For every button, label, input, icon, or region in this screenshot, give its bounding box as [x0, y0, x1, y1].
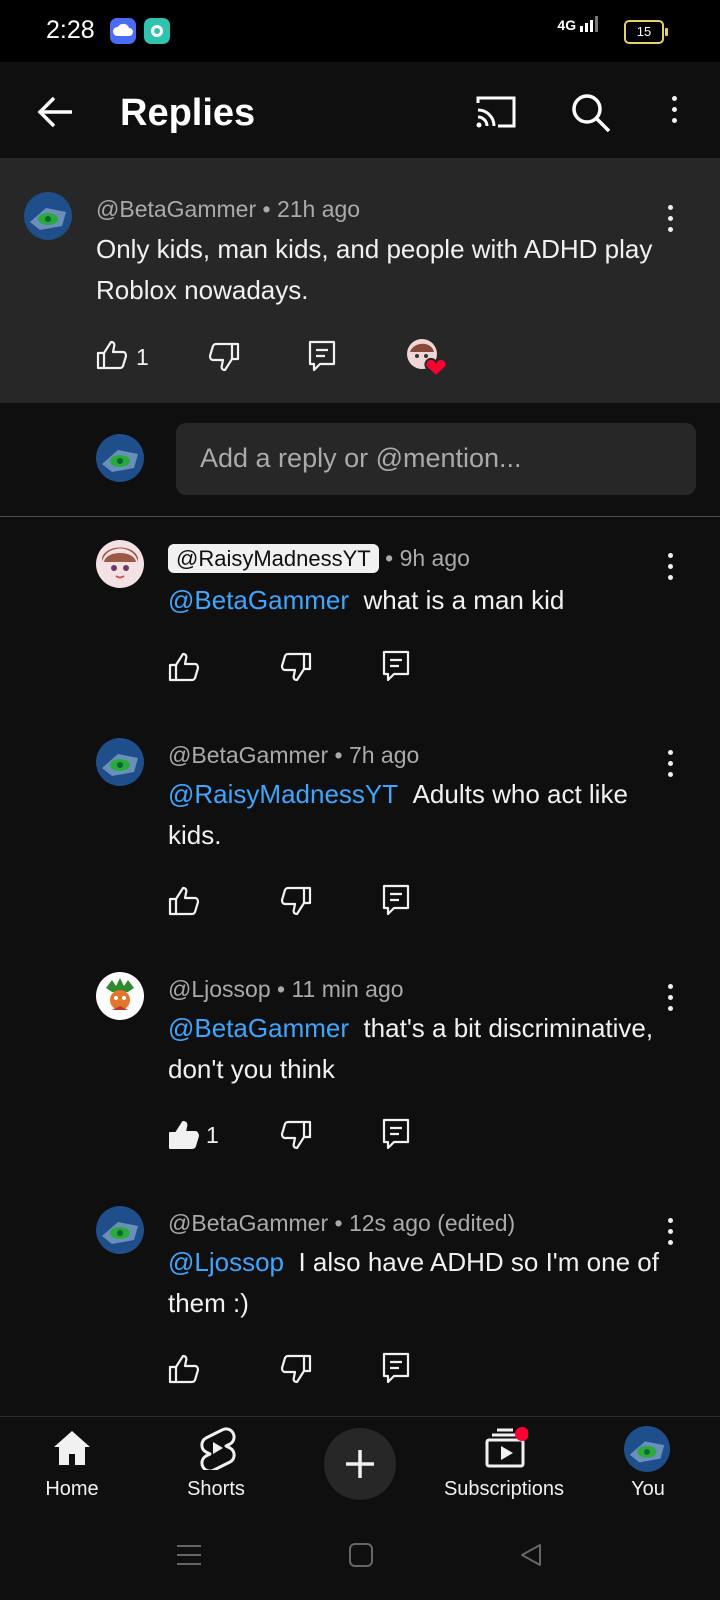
- comment-text: @Ljossop I also have ADHD so I'm one of …: [168, 1247, 659, 1318]
- like-count: 1: [206, 1122, 219, 1148]
- creator-handle-chip[interactable]: @RaisyMadnessYT: [168, 544, 379, 573]
- reply-icon[interactable]: [382, 884, 410, 921]
- nav-you[interactable]: You: [568, 1478, 720, 1501]
- comment-author[interactable]: @Ljossop • 11 min ago: [168, 976, 404, 1003]
- mention-link[interactable]: @BetaGammer: [168, 1013, 349, 1043]
- header-bar: [0, 62, 720, 158]
- nav-shorts[interactable]: Shorts: [136, 1478, 296, 1501]
- recents-icon[interactable]: [176, 1542, 202, 1573]
- create-button[interactable]: [324, 1428, 396, 1500]
- home-icon[interactable]: [52, 1428, 92, 1473]
- you-avatar[interactable]: [624, 1426, 670, 1472]
- cast-icon[interactable]: [474, 94, 518, 135]
- reply-input[interactable]: Add a reply or @mention...: [176, 423, 696, 495]
- comment-text: @BetaGammer what is a man kid: [168, 585, 565, 615]
- page-title: Replies: [120, 92, 256, 134]
- cloud-app-icon: [110, 18, 136, 44]
- back-arrow-icon[interactable]: [36, 92, 76, 137]
- network-indicator: 4G: [557, 16, 602, 33]
- reply-icon[interactable]: [382, 1118, 410, 1155]
- dislike-icon[interactable]: [280, 886, 312, 921]
- reply-icon[interactable]: [382, 650, 410, 687]
- more-options-icon[interactable]: [672, 96, 678, 129]
- avatar[interactable]: [96, 1206, 144, 1254]
- mention-link[interactable]: @BetaGammer: [168, 585, 349, 615]
- status-bar: [0, 0, 720, 62]
- avatar[interactable]: [24, 192, 72, 240]
- avatar[interactable]: [96, 972, 144, 1020]
- comment-text: Only kids, man kids, and people with ADH…: [96, 234, 653, 305]
- like-icon[interactable]: [168, 652, 200, 687]
- assistant-app-icon: [144, 18, 170, 44]
- comment-text: @RaisyMadnessYT Adults who act like kids…: [168, 779, 628, 850]
- reply-icon[interactable]: [308, 340, 336, 377]
- comment-author[interactable]: @RaisyMadnessYT • 9h ago: [168, 544, 470, 573]
- battery-indicator: 15: [624, 20, 668, 44]
- shorts-icon[interactable]: [196, 1426, 236, 1475]
- search-icon[interactable]: [570, 92, 612, 139]
- reply-input-placeholder: Add a reply or @mention...: [200, 443, 522, 473]
- like-count: 1: [136, 344, 149, 370]
- comment-author[interactable]: @BetaGammer • 12s ago (edited): [168, 1210, 515, 1237]
- dislike-icon[interactable]: [280, 1354, 312, 1389]
- avatar[interactable]: [96, 738, 144, 786]
- avatar[interactable]: [96, 540, 144, 588]
- subscriptions-icon[interactable]: [484, 1426, 529, 1475]
- creator-heart-icon: [406, 338, 450, 383]
- mention-link[interactable]: @RaisyMadnessYT: [168, 779, 398, 809]
- like-icon[interactable]: [168, 886, 200, 921]
- nav-subscriptions[interactable]: Subscriptions: [424, 1478, 584, 1501]
- nav-home[interactable]: Home: [0, 1478, 152, 1501]
- current-user-avatar: [96, 434, 144, 482]
- dislike-icon[interactable]: [280, 652, 312, 687]
- home-system-icon[interactable]: [348, 1542, 374, 1573]
- comment-author[interactable]: @BetaGammer • 21h ago: [96, 196, 360, 223]
- back-system-icon[interactable]: [518, 1542, 544, 1573]
- comment-text: @BetaGammer that's a bit discriminative,…: [168, 1013, 654, 1084]
- plus-icon: [346, 1450, 374, 1478]
- dislike-icon[interactable]: [280, 1120, 312, 1155]
- divider: [0, 516, 720, 517]
- liked-icon[interactable]: [168, 1120, 200, 1155]
- dislike-icon[interactable]: [208, 342, 240, 377]
- reply-icon[interactable]: [382, 1352, 410, 1389]
- mention-link[interactable]: @Ljossop: [168, 1247, 284, 1277]
- like-icon[interactable]: [96, 340, 128, 375]
- comment-author[interactable]: @BetaGammer • 7h ago: [168, 742, 419, 769]
- like-icon[interactable]: [168, 1354, 200, 1389]
- status-time: 2:28: [46, 16, 95, 44]
